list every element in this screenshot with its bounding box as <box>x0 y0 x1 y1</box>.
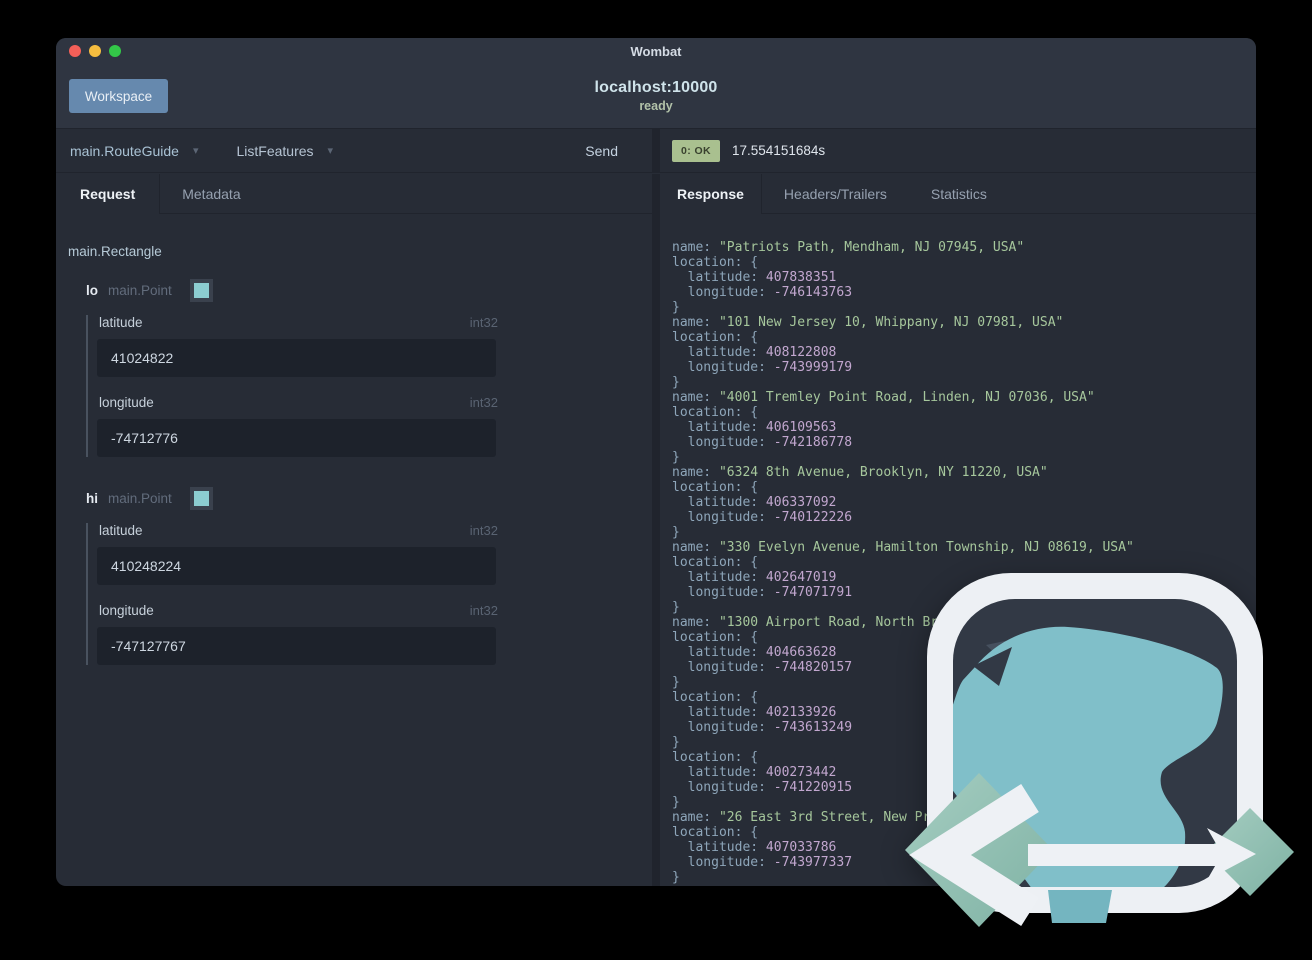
response-tabs: Response Headers/Trailers Statistics <box>660 174 1256 214</box>
call-duration: 17.554151684s <box>732 143 826 158</box>
tab-response[interactable]: Response <box>660 174 762 214</box>
status-code-badge: 0: OK <box>672 139 721 162</box>
field-group-body: latitude int32 longitude int32 <box>86 523 638 665</box>
pane-divider[interactable] <box>652 174 660 886</box>
tab-metadata[interactable]: Metadata <box>160 174 262 213</box>
message-set-checkbox[interactable] <box>189 487 213 510</box>
request-form: main.Rectangle lo main.Point latitude in… <box>56 214 652 665</box>
field-label: latitude <box>99 315 143 330</box>
request-tabs: Request Metadata <box>56 174 652 214</box>
request-toolbar: main.RouteGuide ▾ ListFeatures ▾ Send <box>56 129 652 172</box>
field-longitude: longitude int32 <box>97 603 638 665</box>
field-group-header: lo main.Point <box>86 279 638 302</box>
server-address: localhost:10000 <box>594 79 718 96</box>
chevron-down-icon: ▾ <box>192 145 199 157</box>
field-label: longitude <box>99 603 154 618</box>
arrow-shaft <box>1028 844 1222 866</box>
tab-statistics[interactable]: Statistics <box>909 174 1009 213</box>
desktop: Wombat Workspace localhost:10000 ready m… <box>0 0 1312 960</box>
chevron-down-icon: ▾ <box>327 145 334 157</box>
method-select-value: ListFeatures <box>236 142 314 159</box>
field-latitude: latitude int32 <box>97 315 638 377</box>
lo-longitude-input[interactable] <box>97 419 496 457</box>
hi-latitude-input[interactable] <box>97 547 496 585</box>
service-select-value: main.RouteGuide <box>70 142 179 159</box>
field-message-type: main.Point <box>108 491 172 506</box>
field-message-type: main.Point <box>108 283 172 298</box>
field-scalar-type: int32 <box>469 603 498 618</box>
field-name: lo <box>86 283 98 298</box>
toolbar-row: main.RouteGuide ▾ ListFeatures ▾ Send 0:… <box>56 128 1256 173</box>
message-set-checkbox[interactable] <box>189 279 213 302</box>
send-button[interactable]: Send <box>579 142 624 160</box>
field-longitude: longitude int32 <box>97 395 638 457</box>
service-select[interactable]: main.RouteGuide ▾ <box>70 143 198 159</box>
field-group-hi: hi main.Point latitude int32 410248224 l… <box>86 487 638 665</box>
field-latitude: latitude int32 <box>97 523 638 585</box>
request-pane: Request Metadata main.Rectangle lo main.… <box>56 174 652 886</box>
wombat-leg <box>1048 890 1112 923</box>
field-scalar-type: int32 <box>469 523 498 538</box>
method-select[interactable]: ListFeatures ▾ <box>236 143 333 159</box>
tab-request[interactable]: Request <box>56 174 161 214</box>
server-info: localhost:10000 ready <box>56 79 1256 113</box>
field-scalar-type: int32 <box>469 395 498 410</box>
wombat-logo <box>905 573 1294 927</box>
field-label: latitude <box>99 523 143 538</box>
lo-latitude-input[interactable] <box>97 339 496 377</box>
tab-headers-trailers[interactable]: Headers/Trailers <box>762 174 909 213</box>
field-scalar-type: int32 <box>469 315 498 330</box>
titlebar: Wombat Workspace localhost:10000 ready <box>56 38 1256 128</box>
field-name: hi <box>86 491 98 506</box>
response-statusbar: 0: OK 17.554151684s <box>660 129 1256 172</box>
field-label: longitude <box>99 395 154 410</box>
field-group-body: latitude int32 longitude int32 <box>86 315 638 457</box>
field-group-lo: lo main.Point latitude int32 41024822 lo… <box>86 279 638 457</box>
hi-longitude-input[interactable] <box>97 627 496 665</box>
request-message-type: main.Rectangle <box>68 244 162 259</box>
pane-divider <box>652 129 660 172</box>
window-title: Wombat <box>630 44 682 59</box>
field-group-header: hi main.Point <box>86 487 638 510</box>
server-status: ready <box>639 99 673 113</box>
